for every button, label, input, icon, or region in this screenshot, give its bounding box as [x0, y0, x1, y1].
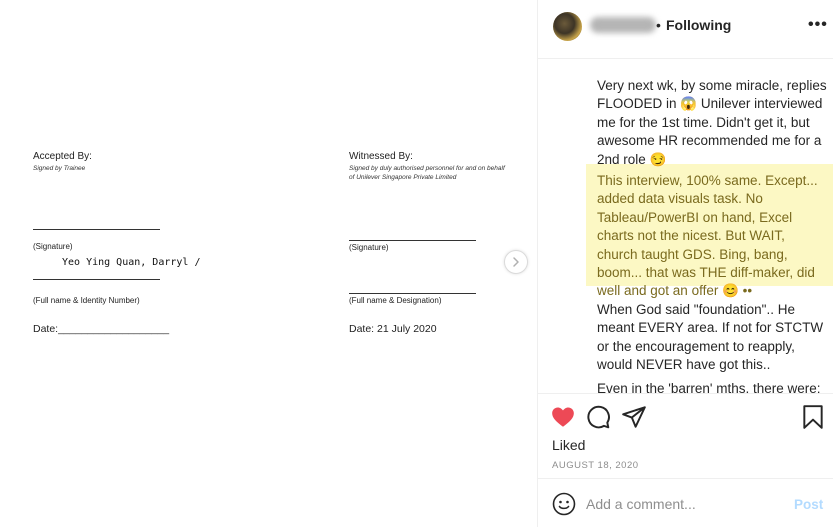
fullname-id-label: (Full name & Identity Number)	[33, 296, 140, 305]
username-blurred[interactable]	[590, 17, 656, 33]
comment-icon[interactable]	[585, 404, 611, 430]
following-button[interactable]: Following	[666, 17, 731, 33]
send-icon[interactable]	[621, 404, 647, 430]
witnessed-by-heading: Witnessed By:	[349, 151, 413, 162]
date-left: Date:___________________	[33, 323, 170, 335]
caption-paragraph-2: This interview, 100% same. Except... add…	[597, 173, 818, 299]
name-line-right	[349, 293, 476, 294]
post-comment-button[interactable]: Post	[794, 497, 823, 512]
liked-label: Liked	[552, 437, 586, 453]
accepted-by-subtitle: Signed by Trainee	[33, 165, 86, 172]
post-header: • Following •••	[538, 0, 833, 59]
smiley-icon[interactable]	[552, 492, 576, 516]
comment-input[interactable]	[586, 493, 776, 515]
signature-label-right: (Signature)	[349, 243, 389, 252]
signature-line-right	[349, 240, 476, 241]
caption-area: Very next wk, by some miracle, replies F…	[538, 60, 833, 393]
bookmark-icon[interactable]	[800, 404, 826, 430]
caption-paragraph-1: Very next wk, by some miracle, replies F…	[597, 78, 827, 167]
post-image: Accepted By: Signed by Trainee Witnessed…	[0, 0, 537, 527]
signature-line-left	[33, 229, 160, 230]
chevron-right-icon	[513, 257, 519, 267]
fullname-designation-label: (Full name & Designation)	[349, 296, 442, 305]
accepted-by-heading: Accepted By:	[33, 151, 92, 162]
heart-filled-icon[interactable]	[550, 404, 576, 430]
witnessed-by-subtitle: Signed by duly authorised personnel for …	[349, 165, 505, 181]
carousel-next-button[interactable]	[504, 250, 528, 274]
date-right: Date: 21 July 2020	[349, 323, 437, 335]
name-line-left	[33, 279, 160, 280]
post-date[interactable]: AUGUST 18, 2020	[552, 460, 639, 471]
more-options-icon[interactable]: •••	[808, 16, 828, 34]
avatar[interactable]	[553, 12, 582, 41]
action-bar: Liked AUGUST 18, 2020	[538, 393, 833, 478]
signature-label-left: (Signature)	[33, 242, 73, 251]
header-separator: •	[656, 17, 661, 33]
caption-paragraph-3: When God said "foundation".. He meant EV…	[597, 302, 824, 373]
caption-paragraph-4: Even in the 'barren' mths, there were:	[597, 381, 821, 393]
post-panel: • Following ••• Very next wk, by some mi…	[537, 0, 833, 527]
comment-bar: Post	[538, 478, 833, 527]
typed-name: Yeo Ying Quan, Darryl /	[62, 257, 201, 268]
